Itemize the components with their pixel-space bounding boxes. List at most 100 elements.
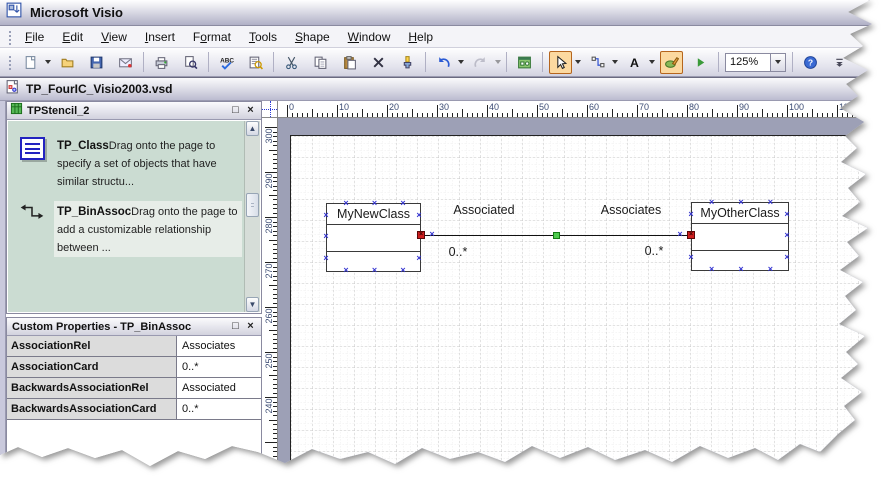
toolbar-separator [143, 52, 144, 72]
zoom-value-input[interactable]: 125% [725, 52, 771, 72]
delete-button[interactable] [367, 51, 390, 74]
spelling-button[interactable]: ABC [215, 51, 238, 74]
document-title-bar[interactable]: TP_FourIC_Visio2003.vsd [0, 77, 872, 101]
main-area: TPStencil_2 □ × TP_BinAssocDrag onto the… [0, 101, 872, 466]
menu-help[interactable]: Help [399, 27, 442, 47]
stencil-master-tp_binassoc[interactable]: TP_BinAssocDrag onto the page to add a c… [10, 201, 242, 257]
menu-insert[interactable]: Insert [136, 27, 184, 47]
print-button[interactable] [150, 51, 173, 74]
cut-button[interactable] [280, 51, 303, 74]
stencil-close-button[interactable]: × [243, 104, 258, 118]
open-icon [61, 58, 74, 67]
print-preview-icon [185, 55, 198, 69]
stencil-master-tp_class[interactable]: TP_ClassDrag onto the page to specify a … [10, 135, 242, 191]
glued-endpoint-end-icon[interactable]: × [687, 231, 695, 239]
connector-tool-dropdown-arrow-icon[interactable] [612, 60, 618, 64]
connection-point-icon: × [688, 209, 694, 219]
visio-document-icon [5, 79, 20, 99]
stencil-panel-header[interactable]: TPStencil_2 □ × [7, 102, 261, 120]
toolbar-options-button[interactable] [828, 51, 851, 74]
format-painter-icon [403, 55, 412, 68]
drawing-tool-button[interactable] [660, 50, 683, 74]
svg-text:ABC: ABC [220, 57, 234, 64]
class-shape-myotherclass[interactable]: MyOtherClass×××××××××××× [688, 198, 789, 274]
connector-tool-button[interactable] [586, 51, 609, 74]
redo-button[interactable] [469, 51, 492, 74]
connection-point-icon: × [429, 229, 435, 239]
connection-point-icon: × [688, 252, 694, 262]
custom-properties-table: AssociationRel Associates AssociationCard 0… [7, 336, 261, 420]
toolbar-separator [542, 52, 543, 72]
connection-point-icon: × [343, 265, 349, 275]
custom-properties-close-button[interactable]: × [243, 320, 258, 334]
menu-tools[interactable]: Tools [240, 27, 286, 47]
menu-window[interactable]: Window [339, 27, 400, 47]
pointer-tool-dropdown-arrow-icon[interactable] [575, 60, 581, 64]
drawing-page[interactable]: MyNewClass××××××××××××MyOtherClass××××××… [290, 135, 872, 466]
connection-point-icon: × [343, 198, 349, 208]
stencil-panel: TPStencil_2 □ × TP_BinAssocDrag onto the… [6, 101, 262, 314]
format-painter-button[interactable] [396, 51, 419, 74]
email-icon [119, 57, 132, 67]
ruler-origin-box [262, 101, 278, 118]
email-button[interactable] [114, 51, 137, 74]
connector-text-label: Associated [453, 203, 515, 217]
scroll-down-button[interactable]: ▼ [246, 297, 259, 312]
undo-button[interactable] [432, 51, 455, 74]
connection-point-icon: × [323, 253, 329, 263]
connection-point-icon: × [738, 197, 744, 207]
run-button[interactable] [689, 51, 712, 74]
zoom-dropdown-button[interactable] [771, 52, 786, 72]
property-value[interactable]: Associates [177, 336, 261, 356]
print-preview-button[interactable] [179, 51, 202, 74]
menu-format[interactable]: Format [184, 27, 240, 47]
research-button[interactable] [244, 51, 267, 74]
menubar-grip-handle[interactable] [7, 28, 12, 45]
stencil-scrollbar[interactable]: ▲ ▼ [244, 121, 260, 312]
horizontal-ruler: 0 10 20 30 40 50 60 70 80 90 100 110 [278, 101, 872, 118]
text-tool-dropdown-arrow-icon[interactable] [649, 60, 655, 64]
class-shape-mynewclass[interactable]: MyNewClass×××××××××××× [323, 199, 421, 275]
toolbar-separator [718, 52, 719, 72]
connector-midpoint-handle-icon[interactable] [553, 232, 560, 239]
property-value[interactable]: Associated [177, 378, 261, 398]
property-value[interactable]: 0..* [177, 399, 261, 419]
pointer-tool-button[interactable] [549, 50, 572, 74]
custom-properties-float-button[interactable]: □ [228, 320, 243, 334]
scrollbar-thumb[interactable] [246, 193, 259, 217]
connector-text-label: Associates [600, 203, 662, 217]
shapes-window-button[interactable] [513, 51, 536, 74]
text-tool-icon: A [630, 55, 639, 69]
visio-app-icon[interactable] [6, 2, 22, 23]
open-button[interactable] [56, 51, 79, 74]
redo-dropdown-arrow-icon[interactable] [495, 60, 501, 64]
toolbar-grip-handle[interactable] [7, 54, 12, 70]
zoom-combo: 125% [725, 52, 786, 72]
title-bar: Microsoft Visio [0, 0, 872, 26]
save-button[interactable] [85, 51, 108, 74]
stencil-list: TP_BinAssocDrag onto the page to add a c… [8, 121, 260, 312]
property-row: AssociationCard 0..* [7, 357, 261, 378]
property-value[interactable]: 0..* [177, 357, 261, 377]
scroll-up-button[interactable]: ▲ [246, 121, 259, 136]
help-button[interactable]: ? [799, 51, 822, 74]
paste-button[interactable] [338, 51, 361, 74]
menu-shape[interactable]: Shape [286, 27, 339, 47]
menu-edit[interactable]: Edit [53, 27, 92, 47]
stencil-float-button[interactable]: □ [228, 104, 243, 118]
text-tool-button[interactable]: A [623, 51, 646, 74]
new-button[interactable] [19, 51, 42, 74]
new-dropdown-arrow-icon[interactable] [45, 60, 51, 64]
menu-file[interactable]: File [16, 27, 53, 47]
research-icon [249, 56, 263, 69]
undo-dropdown-arrow-icon[interactable] [458, 60, 464, 64]
glued-endpoint-begin-icon[interactable]: × [417, 231, 425, 239]
chevron-down-icon [775, 60, 781, 64]
custom-properties-header[interactable]: Custom Properties - TP_BinAssoc □ × [7, 318, 261, 336]
custom-properties-title: Custom Properties - TP_BinAssoc [12, 320, 192, 333]
connector-text-label: 0..* [448, 245, 468, 259]
toolbar-separator [425, 52, 426, 72]
menu-view[interactable]: View [92, 27, 136, 47]
spelling-icon: ABC [220, 57, 234, 70]
copy-button[interactable] [309, 51, 332, 74]
